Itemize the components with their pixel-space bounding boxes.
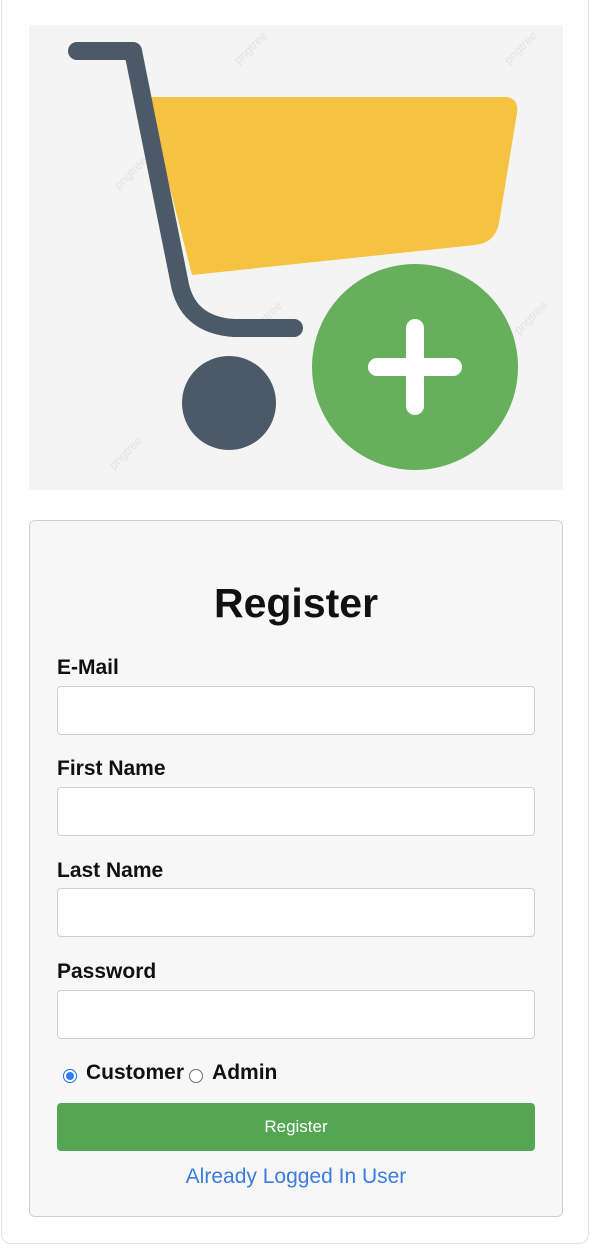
svg-text:pngtree: pngtree <box>511 298 550 337</box>
already-logged-in-link[interactable]: Already Logged In User <box>30 1164 562 1190</box>
email-label: E-Mail <box>57 656 119 679</box>
svg-text:pngtree: pngtree <box>111 153 150 192</box>
form-title: Register <box>213 580 379 626</box>
first-name-field[interactable] <box>57 787 535 836</box>
cart-basket <box>147 97 518 275</box>
last-name-field[interactable] <box>57 888 535 937</box>
admin-radio-label[interactable]: Admin <box>212 1061 277 1085</box>
shopping-cart-add-icon: pngtree pngtree pngtree pngtree pngtree … <box>68 28 550 472</box>
last-name-label: Last Name <box>57 859 164 882</box>
customer-radio-label[interactable]: Customer <box>86 1061 184 1085</box>
register-button[interactable]: Register <box>57 1103 535 1151</box>
password-field[interactable] <box>57 990 535 1039</box>
role-selector: Customer Admin <box>63 1059 282 1087</box>
admin-radio[interactable] <box>189 1069 204 1083</box>
hero-image: pngtree pngtree pngtree pngtree pngtree … <box>29 25 563 490</box>
password-label: Password <box>57 960 157 983</box>
customer-radio[interactable] <box>63 1069 77 1083</box>
svg-text:pngtree: pngtree <box>501 28 540 67</box>
email-field[interactable] <box>57 686 535 735</box>
first-name-label: First Name <box>57 757 166 780</box>
svg-text:pngtree: pngtree <box>231 28 270 67</box>
register-form: Register E-Mail First Name Last Name Pas… <box>29 520 563 1217</box>
cart-wheel <box>182 356 276 450</box>
svg-text:pngtree: pngtree <box>106 433 145 472</box>
